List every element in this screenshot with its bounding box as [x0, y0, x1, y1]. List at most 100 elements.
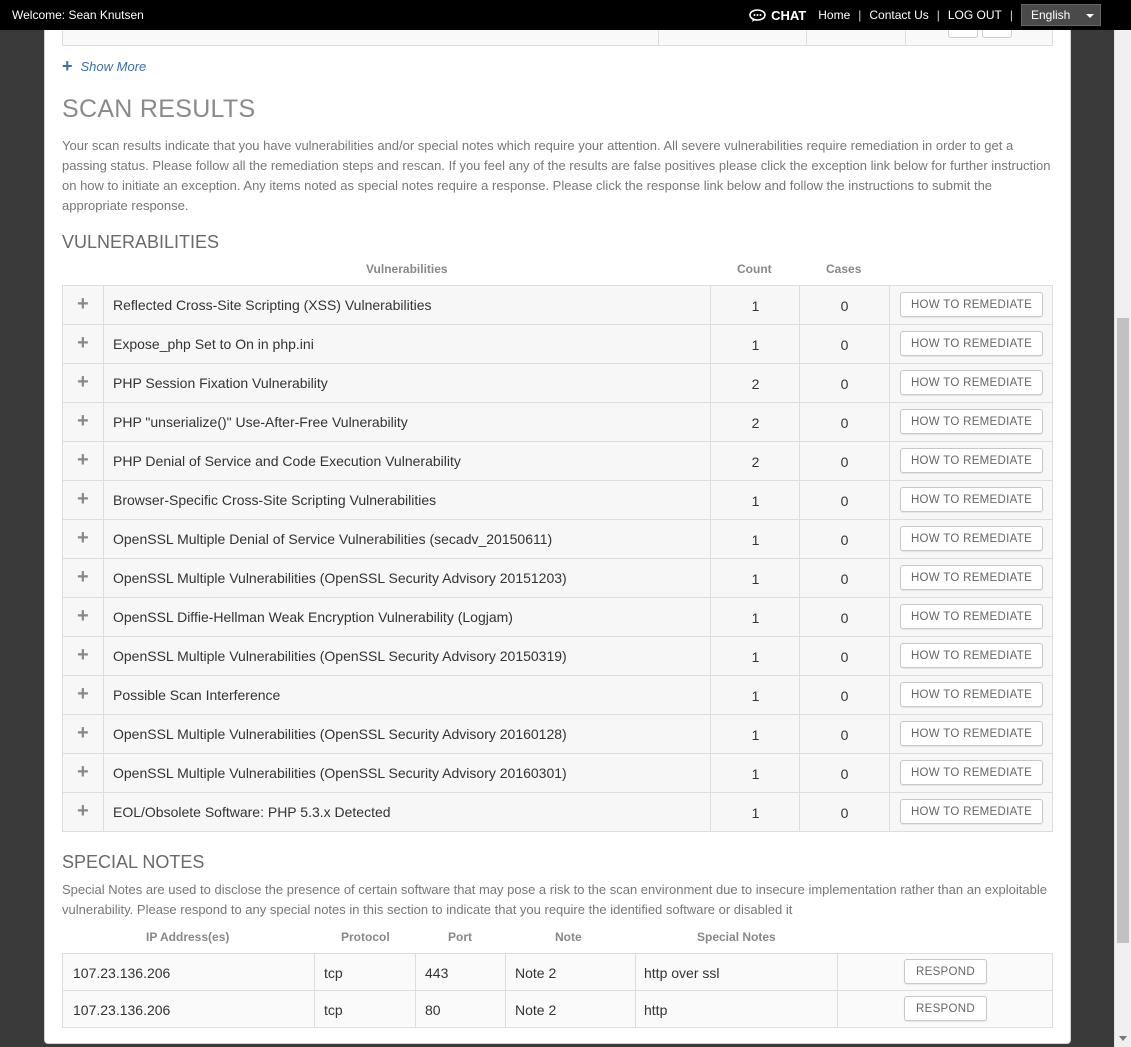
action-cell: HOW TO REMEDIATE — [889, 364, 1053, 402]
vulnerability-cases: 0 — [799, 793, 889, 831]
ip-address: 107.23.136.206 — [73, 1002, 171, 1018]
respond-button[interactable]: RESPOND — [904, 996, 987, 1021]
how-to-remediate-button[interactable]: HOW TO REMEDIATE — [900, 760, 1043, 785]
how-to-remediate-button[interactable]: HOW TO REMEDIATE — [900, 565, 1043, 590]
scan-results-title: SCAN RESULTS — [62, 95, 256, 123]
vulnerability-name: PHP "unserialize()" Use-After-Free Vulne… — [113, 414, 408, 430]
vulnerability-count: 1 — [710, 520, 800, 558]
action-cell: HOW TO REMEDIATE — [889, 793, 1053, 831]
vulnerability-cases: 0 — [799, 520, 889, 558]
welcome-text: Welcome: Sean Knutsen — [12, 8, 144, 22]
action-cell: HOW TO REMEDIATE — [889, 559, 1053, 597]
plus-icon: + — [77, 488, 89, 510]
action-cell: HOW TO REMEDIATE — [889, 754, 1053, 792]
plus-icon: + — [77, 683, 89, 705]
how-to-remediate-button[interactable]: HOW TO REMEDIATE — [900, 331, 1043, 356]
caret-down-icon — [1086, 14, 1094, 18]
vulnerability-name: Expose_php Set to On in php.ini — [113, 336, 314, 352]
protocol: tcp — [314, 991, 415, 1027]
expand-row-button[interactable]: + — [63, 715, 104, 753]
note: Note 2 — [505, 954, 635, 990]
how-to-remediate-button[interactable]: HOW TO REMEDIATE — [900, 799, 1043, 824]
vulnerability-name: OpenSSL Multiple Vulnerabilities (OpenSS… — [113, 765, 567, 781]
action-cell: HOW TO REMEDIATE — [889, 715, 1053, 753]
vulnerability-cases: 0 — [799, 559, 889, 597]
action-cell: HOW TO REMEDIATE — [889, 403, 1053, 441]
table-row: + Reflected Cross-Site Scripting (XSS) Vu… — [63, 286, 1052, 325]
page-scrollbar[interactable] — [1114, 30, 1131, 1047]
contact-us-link[interactable]: Contact Us — [869, 8, 928, 22]
expand-row-button[interactable]: + — [63, 481, 104, 519]
col-header-port: Port — [448, 930, 472, 944]
special-note: http — [635, 991, 837, 1027]
how-to-remediate-button[interactable]: HOW TO REMEDIATE — [900, 370, 1043, 395]
how-to-remediate-button[interactable]: HOW TO REMEDIATE — [900, 448, 1043, 473]
col-header-vulnerabilities: Vulnerabilities — [366, 262, 448, 276]
table-row: + OpenSSL Multiple Vulnerabilities (OpenS… — [63, 754, 1052, 793]
action-cell: RESPOND — [837, 954, 1053, 990]
language-select[interactable]: English — [1021, 4, 1101, 26]
vulnerability-cases: 0 — [799, 364, 889, 402]
vulnerability-count: 1 — [710, 637, 800, 675]
expand-row-button[interactable]: + — [63, 793, 104, 831]
vulnerability-name: EOL/Obsolete Software: PHP 5.3.x Detecte… — [113, 804, 391, 820]
special-notes-title: SPECIAL NOTES — [62, 852, 205, 872]
expand-row-button[interactable]: + — [63, 520, 104, 558]
expand-row-button[interactable]: + — [63, 403, 104, 441]
expand-row-button[interactable]: + — [63, 559, 104, 597]
expand-row-button[interactable]: + — [63, 325, 104, 363]
how-to-remediate-button[interactable]: HOW TO REMEDIATE — [900, 409, 1043, 434]
vulnerability-count: 1 — [710, 559, 800, 597]
expand-row-button[interactable]: + — [63, 637, 104, 675]
show-more-label: Show More — [80, 59, 147, 74]
expand-row-button[interactable]: + — [63, 364, 104, 402]
respond-button[interactable]: RESPOND — [904, 959, 987, 984]
expand-row-button[interactable]: + — [63, 754, 104, 792]
plus-icon: + — [77, 566, 89, 588]
how-to-remediate-button[interactable]: HOW TO REMEDIATE — [900, 487, 1043, 512]
chat-button[interactable]: CHAT — [749, 8, 806, 23]
table-row: + Expose_php Set to On in php.ini 1 0 HOW TO… — [63, 325, 1052, 364]
vulnerabilities-title: VULNERABILITIES — [62, 232, 220, 252]
chat-bubble-icon — [749, 8, 766, 22]
how-to-remediate-button[interactable]: HOW TO REMEDIATE — [900, 721, 1043, 746]
expand-row-button[interactable]: + — [63, 676, 104, 714]
show-more-link[interactable]: + Show More — [62, 56, 146, 77]
table-row: + EOL/Obsolete Software: PHP 5.3.x Detect… — [63, 793, 1052, 831]
plus-icon: + — [77, 527, 89, 549]
how-to-remediate-button[interactable]: HOW TO REMEDIATE — [900, 682, 1043, 707]
table-row: 107.23.136.206 tcp 443 Note 2 http over ssl R… — [63, 954, 1052, 991]
expand-row-button[interactable]: + — [63, 442, 104, 480]
vulnerability-name: OpenSSL Multiple Vulnerabilities (OpenSS… — [113, 648, 567, 664]
vulnerability-count: 2 — [710, 364, 800, 402]
how-to-remediate-button[interactable]: HOW TO REMEDIATE — [900, 292, 1043, 317]
table-row: + Possible Scan Interference 1 0 HOW TO REME… — [63, 676, 1052, 715]
table-row: + Browser-Specific Cross-Site Scripting V… — [63, 481, 1052, 520]
scroll-down-arrow-icon[interactable] — [1119, 1036, 1127, 1041]
expand-row-button[interactable]: + — [63, 286, 104, 324]
how-to-remediate-button[interactable]: HOW TO REMEDIATE — [900, 643, 1043, 668]
plus-icon: + — [77, 722, 89, 744]
col-header-ip: IP Address(es) — [146, 930, 230, 944]
vulnerability-count: 2 — [710, 403, 800, 441]
logout-link[interactable]: LOG OUT — [948, 8, 1002, 22]
nav-separator: | — [858, 8, 862, 22]
plus-icon: + — [77, 293, 89, 315]
vulnerability-count: 1 — [710, 325, 800, 363]
nav-separator: | — [1009, 8, 1013, 22]
scrollbar-thumb[interactable] — [1117, 318, 1129, 943]
vulnerabilities-table: + Reflected Cross-Site Scripting (XSS) Vu… — [62, 285, 1053, 832]
vulnerability-count: 2 — [710, 442, 800, 480]
plus-icon: + — [77, 761, 89, 783]
vulnerability-cases: 0 — [799, 325, 889, 363]
how-to-remediate-button[interactable]: HOW TO REMEDIATE — [900, 604, 1043, 629]
how-to-remediate-button[interactable]: HOW TO REMEDIATE — [900, 526, 1043, 551]
expand-row-button[interactable]: + — [63, 598, 104, 636]
note: Note 2 — [505, 991, 635, 1027]
vulnerability-name: Possible Scan Interference — [113, 687, 281, 703]
plus-icon: + — [77, 605, 89, 627]
top-bar: Welcome: Sean Knutsen CHAT Home | Contac… — [0, 0, 1131, 30]
top-nav: CHAT Home | Contact Us | LOG OUT | Engli… — [749, 0, 1101, 30]
home-link[interactable]: Home — [818, 8, 850, 22]
action-cell: HOW TO REMEDIATE — [889, 442, 1053, 480]
